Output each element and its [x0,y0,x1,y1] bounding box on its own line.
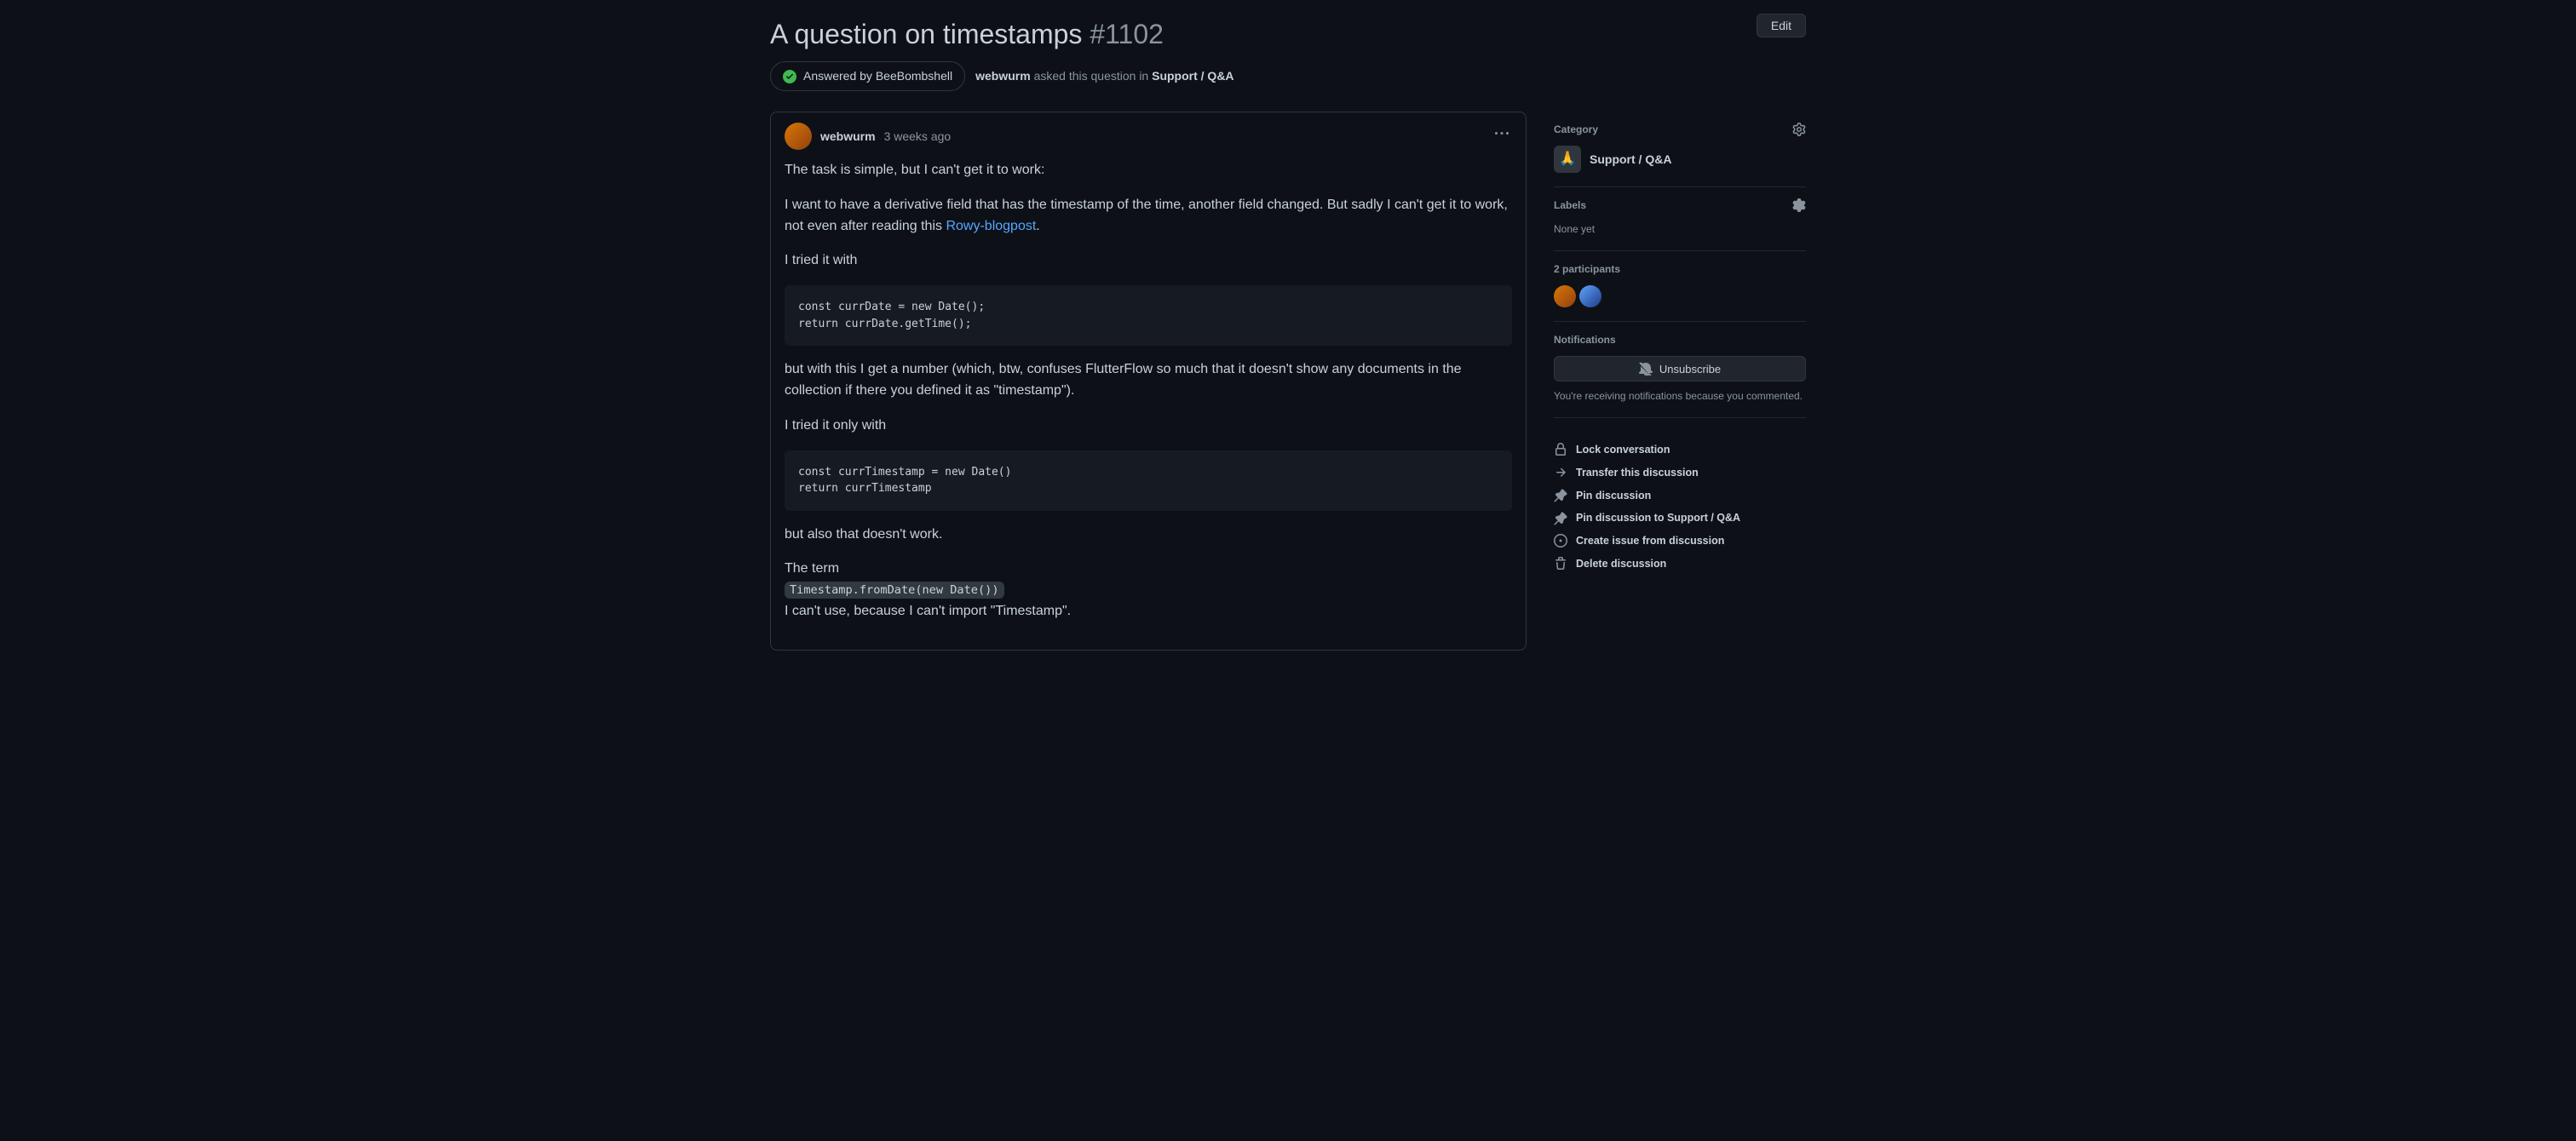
category-emoji-icon: 🙏 [1554,146,1581,173]
paragraph: The task is simple, but I can't get it t… [785,160,1512,181]
comment-timestamp[interactable]: 3 weeks ago [884,128,952,146]
answered-by-text: Answered by BeeBombshell [803,67,952,85]
delete-discussion-action[interactable]: Delete discussion [1554,553,1806,576]
paragraph: I tried it only with [785,416,1512,437]
gear-icon[interactable] [1792,123,1806,136]
comment-body: The task is simple, but I can't get it t… [771,160,1526,650]
inline-code: Timestamp.fromDate(new Date()) [785,582,1004,599]
lock-icon [1554,443,1567,456]
paragraph: I tried it with [785,250,1512,272]
sidebar-heading: Category [1554,122,1598,137]
category-item[interactable]: 🙏 Support / Q&A [1554,146,1806,173]
page-title: A question on timestamps #1102 [770,14,1164,54]
sidebar-category: Category 🙏 Support / Q&A [1554,112,1806,187]
discussion-comment: webwurm 3 weeks ago The task is simple, … [770,112,1527,651]
pin-icon [1554,512,1567,525]
sidebar-actions: Lock conversation Transfer this discussi… [1554,428,1806,589]
participant-avatar[interactable] [1579,285,1601,307]
sidebar-participants: 2 participants [1554,251,1806,322]
labels-none: None yet [1554,221,1806,237]
transfer-discussion-action[interactable]: Transfer this discussion [1554,462,1806,484]
pin-icon [1554,489,1567,502]
discussion-number: #1102 [1090,19,1164,49]
pin-to-category-action[interactable]: Pin discussion to Support / Q&A [1554,507,1806,530]
answered-badge[interactable]: Answered by BeeBombshell [770,61,965,91]
lock-conversation-action[interactable]: Lock conversation [1554,439,1806,462]
byline-author[interactable]: webwurm [975,69,1031,83]
byline: webwurm asked this question in Support /… [975,67,1233,85]
participant-avatar[interactable] [1554,285,1576,307]
code-block: const currDate = new Date(); return curr… [785,285,1512,346]
paragraph: I want to have a derivative field that h… [785,195,1512,238]
sidebar-notifications: Notifications Unsubscribe You're receivi… [1554,322,1806,418]
sidebar-heading: Notifications [1554,332,1616,347]
bell-slash-icon [1639,362,1653,376]
rowy-blogpost-link[interactable]: Rowy-blogpost [946,219,1036,233]
paragraph: but with this I get a number (which, btw… [785,359,1512,402]
sidebar-labels: Labels None yet [1554,187,1806,251]
comment-actions-menu[interactable] [1492,123,1512,149]
create-issue-action[interactable]: Create issue from discussion [1554,530,1806,553]
gear-icon[interactable] [1792,198,1806,212]
check-circle-icon [783,70,796,83]
sidebar-heading: 2 participants [1554,261,1620,277]
paragraph: The term Timestamp.fromDate(new Date()) … [785,559,1512,622]
issue-icon [1554,534,1567,548]
comment-author[interactable]: webwurm [820,128,876,146]
trash-icon [1554,557,1567,570]
byline-category[interactable]: Support / Q&A [1152,69,1233,83]
category-name: Support / Q&A [1590,151,1671,169]
notification-reason: You're receiving notifications because y… [1554,388,1806,404]
kebab-icon [1495,127,1509,140]
avatar[interactable] [785,123,812,150]
paragraph: but also that doesn't work. [785,525,1512,546]
unsubscribe-button[interactable]: Unsubscribe [1554,356,1806,381]
arrow-right-icon [1554,466,1567,479]
code-block: const currTimestamp = new Date() return … [785,450,1512,511]
discussion-title: A question on timestamps [770,19,1082,49]
edit-button[interactable]: Edit [1757,14,1806,37]
unsubscribe-label: Unsubscribe [1659,363,1721,376]
sidebar-heading: Labels [1554,198,1586,213]
sidebar: Category 🙏 Support / Q&A Labels None yet… [1554,112,1806,651]
pin-discussion-action[interactable]: Pin discussion [1554,484,1806,507]
